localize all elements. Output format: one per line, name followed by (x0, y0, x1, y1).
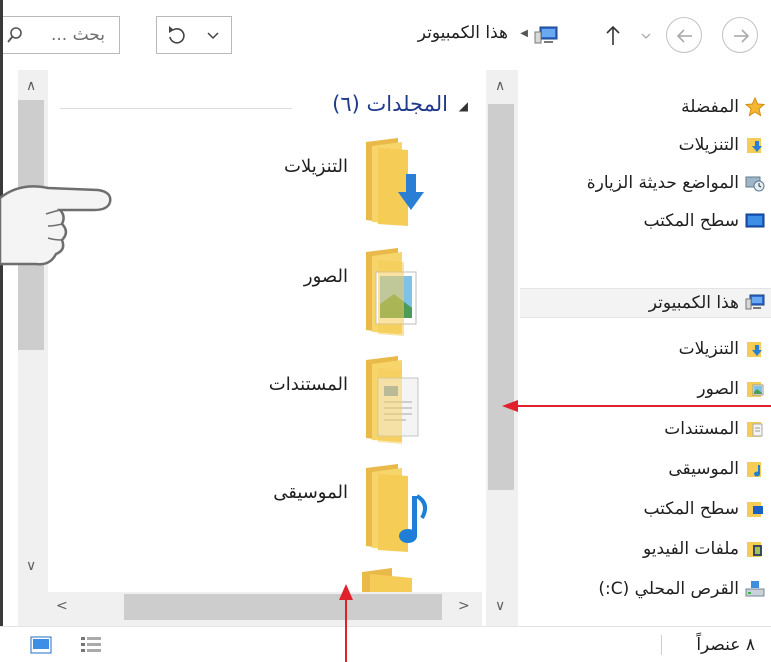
nav-item-local-disk[interactable]: القرص المحلي (C:) (598, 574, 765, 604)
content-vertical-scrollbar[interactable]: ∧ ∨ (18, 70, 48, 626)
scroll-up-arrow-icon[interactable]: ∧ (495, 78, 505, 94)
folder-label: الصور (303, 266, 348, 287)
nav-label: سطح المكتب (643, 499, 739, 519)
folder-icon (362, 568, 412, 592)
annotation-arrow-left-icon (502, 400, 771, 412)
back-button[interactable] (722, 17, 758, 53)
drive-icon (745, 581, 765, 597)
details-view-icon[interactable] (80, 636, 102, 654)
scroll-right-arrow-icon[interactable]: > (458, 598, 470, 614)
nav-label: الموسيقى (668, 459, 739, 479)
pictures-folder-icon (366, 248, 417, 336)
chevron-down-icon (207, 32, 219, 40)
chevron-down-icon (641, 33, 651, 39)
forward-arrow-icon (676, 29, 692, 43)
status-divider (661, 635, 662, 655)
search-placeholder: بحث ... (50, 25, 105, 45)
search-icon (7, 27, 22, 43)
collapse-triangle-icon[interactable]: ◢ (459, 99, 468, 113)
folder-item-downloads[interactable]: التنزيلات (230, 136, 440, 228)
navigation-pane: المفضلة التنزيلات المواضع حديثة الزيارة … (518, 70, 771, 626)
folder-label: المستندات (268, 374, 348, 395)
forward-button[interactable] (666, 17, 702, 53)
music-folder-icon (747, 462, 761, 477)
desktop-icon (745, 213, 765, 228)
recent-places-icon (745, 176, 765, 192)
window-edge (0, 0, 3, 662)
folder-item-partial[interactable] (362, 568, 418, 592)
nav-label: التنزيلات (678, 339, 739, 359)
nav-label: سطح المكتب (643, 211, 739, 231)
nav-label: القرص المحلي (C:) (598, 579, 739, 599)
nav-item-downloads[interactable]: التنزيلات (679, 130, 765, 160)
nav-item-this-pc[interactable]: هذا الكمبيوتر (520, 288, 771, 318)
nav-label: المواضع حديثة الزيارة (586, 173, 739, 193)
back-arrow-icon (734, 29, 750, 43)
pointing-hand-icon (0, 185, 112, 266)
nav-item-documents[interactable]: المستندات (664, 414, 765, 444)
nav-item-favorites[interactable]: المفضلة (681, 92, 765, 122)
address-dropdown-button[interactable] (194, 16, 232, 54)
annotation-arrow-up-icon (339, 584, 353, 662)
search-input[interactable]: بحث ... (0, 16, 120, 54)
nav-label: المفضلة (681, 97, 739, 117)
nav-item-desktop[interactable]: سطح المكتب (643, 206, 765, 236)
nav-item-desktop[interactable]: سطح المكتب (643, 494, 765, 524)
folder-item-pictures[interactable]: الصور (230, 246, 440, 338)
folders-group-header[interactable]: المجلدات (٦) ◢ (54, 92, 474, 122)
address-bar[interactable]: هذا الكمبيوتر ◀ (232, 16, 588, 54)
large-icons-view-icon[interactable] (30, 636, 52, 654)
videos-folder-icon (747, 542, 762, 557)
refresh-button[interactable] (156, 16, 194, 54)
scrollbar-thumb[interactable] (124, 594, 442, 620)
scroll-left-arrow-icon[interactable]: < (56, 598, 68, 614)
recent-locations-button[interactable] (634, 18, 658, 52)
scrollbar-thumb[interactable] (488, 104, 514, 490)
downloads-folder-icon (747, 342, 762, 357)
item-count: ٨ عنصراً (696, 635, 755, 655)
nav-item-downloads[interactable]: التنزيلات (679, 334, 765, 364)
group-divider (60, 108, 292, 109)
group-label: المجلدات (٦) (332, 92, 448, 116)
nav-item-recent-places[interactable]: المواضع حديثة الزيارة (587, 168, 765, 198)
refresh-icon (169, 26, 185, 44)
documents-folder-icon (747, 422, 763, 437)
content-horizontal-scrollbar[interactable]: < > (48, 592, 482, 626)
scroll-down-arrow-icon[interactable]: ∨ (495, 598, 505, 614)
documents-folder-icon (366, 356, 419, 444)
folder-item-music[interactable]: الموسيقى (230, 462, 440, 554)
star-icon (745, 97, 765, 117)
nav-item-videos[interactable]: ملفات الفيديو (643, 534, 765, 564)
nav-item-music[interactable]: الموسيقى (668, 454, 765, 484)
desktop-folder-icon (747, 502, 763, 517)
computer-icon (534, 26, 558, 44)
up-arrow-icon (606, 25, 620, 45)
status-bar: ٨ عنصراً (0, 626, 771, 662)
scroll-up-arrow-icon[interactable]: ∧ (26, 78, 36, 94)
navigation-pane-scrollbar[interactable]: ∧ ∨ (486, 70, 518, 626)
music-folder-icon (366, 464, 428, 552)
address-text: هذا الكمبيوتر (417, 23, 508, 43)
scroll-down-arrow-icon[interactable]: ∨ (26, 558, 36, 574)
pictures-folder-icon (747, 382, 764, 397)
folder-label: الموسيقى (273, 482, 348, 503)
computer-icon (745, 294, 765, 310)
breadcrumb-separator-icon[interactable]: ◀ (520, 28, 528, 39)
folder-label: التنزيلات (284, 156, 348, 177)
downloads-folder-icon (747, 138, 762, 153)
up-button[interactable] (598, 18, 628, 52)
nav-label: التنزيلات (678, 135, 739, 155)
nav-label: المستندات (664, 419, 739, 439)
nav-label: ملفات الفيديو (643, 539, 739, 559)
toolbar: بحث ... هذا الكمبيوتر ◀ (0, 0, 771, 70)
downloads-folder-icon (366, 138, 424, 226)
folder-item-documents[interactable]: المستندات (230, 354, 440, 446)
nav-label: هذا الكمبيوتر (648, 293, 739, 313)
nav-label: الصور (697, 379, 739, 399)
